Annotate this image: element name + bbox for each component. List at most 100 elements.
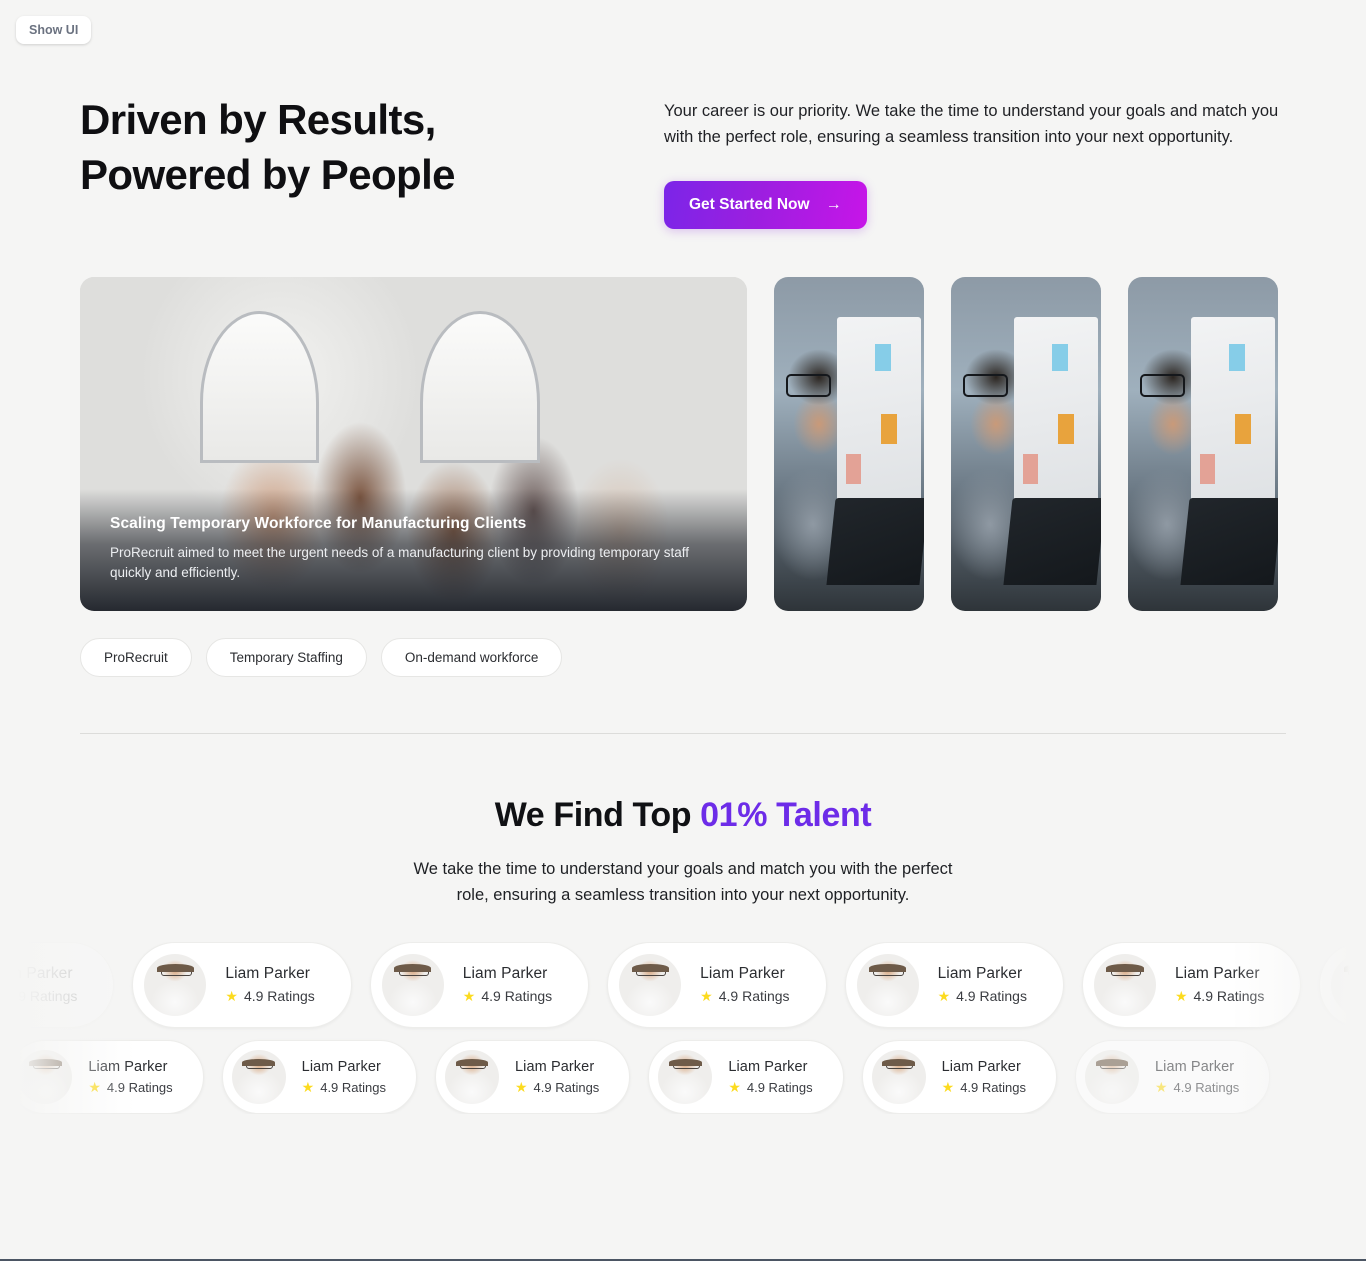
tag-pill-on-demand-workforce[interactable]: On-demand workforce [380,638,563,678]
tag-pill-prorecruit[interactable]: ProRecruit [80,638,192,678]
list-item[interactable]: Liam Parker ★ 4.9 Ratings [607,941,827,1028]
status-badge: ★ 4.9 Ratings [938,988,1027,1004]
sticky-note-icon [1023,454,1038,485]
list-item[interactable]: Liam Parker ★ 4.9 Ratings [369,941,590,1028]
avatar [619,953,682,1016]
star-icon: ★ [225,988,238,1005]
status-badge: ★ 4.9 Ratings [0,988,77,1004]
talent-marquee: Liam Parker ★ 4.9 Ratings Liam Parker ★ … [0,941,1366,1114]
talent-rating-label: 4.9 Ratings [746,1079,813,1095]
talent-meta: Liam Parker ★ 4.9 Ratings [515,1059,599,1095]
talent-rating-label: 4.9 Ratings [243,988,315,1005]
tag-list: ProRecruit Temporary Staffing On-demand … [80,638,1286,678]
sticky-note-icon [880,414,897,445]
arrow-right-icon: → [825,196,842,214]
star-icon: ★ [728,1079,741,1096]
list-item[interactable]: Liam Parker ★ 4.9 Ratings [861,1039,1057,1114]
talent-name: Liam Parker [728,1058,808,1075]
talent-rating-label: 4.9 Ratings [1173,1079,1240,1095]
star-icon: ★ [514,1079,528,1096]
talent-name: Liam Parker [1154,1058,1235,1075]
avatar [231,1049,286,1104]
talent-section: We Find Top 01% Talent We take the time … [0,734,1366,1114]
list-item[interactable]: Liam Parker ★ 4.9 Ratings [1074,1039,1271,1114]
avatar [1084,1049,1139,1104]
talent-name: Liam Parker [937,965,1023,983]
case-study-card[interactable]: Scaling Temporary Workforce for Manufact… [80,277,747,612]
star-icon: ★ [301,1079,315,1096]
show-ui-button[interactable]: Show UI [16,16,92,44]
gallery-thumbnail-3[interactable] [1128,277,1278,612]
list-item[interactable]: Liam Parker ★ 4.9 Ratings [1319,941,1366,1028]
talent-meta: Liam Parker ★ 4.9 Ratings [728,1059,812,1095]
list-item[interactable]: Liam Parker ★ 4.9 Ratings [1081,941,1302,1028]
list-item[interactable]: Liam Parker ★ 4.9 Ratings [434,1039,631,1114]
talent-meta: Liam Parker ★ 4.9 Ratings [938,965,1027,1004]
talent-name: Liam Parker [514,1058,595,1075]
star-icon: ★ [941,1079,955,1096]
glasses-shape [1140,373,1185,398]
talent-rating-label: 4.9 Ratings [106,1079,173,1095]
avatar [18,1049,73,1104]
status-badge: ★ 4.9 Ratings [302,1080,386,1095]
avatar [1331,953,1366,1016]
talent-name: Liam Parker [0,965,73,983]
status-badge: ★ 4.9 Ratings [515,1080,599,1095]
avatar [871,1049,926,1104]
list-item[interactable]: Liam Parker ★ 4.9 Ratings [221,1039,417,1114]
laptop-shape [1180,497,1278,585]
sticky-note-icon [1234,414,1251,445]
sticky-note-icon [1200,454,1215,485]
glasses-shape [786,373,831,398]
sticky-note-icon [1228,343,1245,371]
get-started-button[interactable]: Get Started Now → [664,181,867,230]
talent-name: Liam Parker [700,965,785,983]
talent-rating-label: 4.9 Ratings [960,1079,1026,1095]
avatar [1093,953,1156,1016]
list-item[interactable]: Liam Parker ★ 4.9 Ratings [132,941,352,1028]
talent-meta: Liam Parker ★ 4.9 Ratings [225,965,314,1004]
case-study-description: ProRecruit aimed to meet the urgent need… [110,544,690,580]
list-item[interactable]: Liam Parker ★ 4.9 Ratings [648,1039,844,1114]
page-title: Driven by Results, Powered by People [80,96,456,199]
talent-name: Liam Parker [88,1058,168,1075]
talent-rating-label: 4.9 Ratings [481,988,553,1005]
hero-subtitle: Your career is our priority. We take the… [664,102,1279,147]
sticky-note-icon [1057,414,1074,445]
sticky-note-icon [1051,343,1068,371]
desk-photo-image [1128,277,1278,612]
case-study-overlay: Scaling Temporary Workforce for Manufact… [80,488,747,612]
sticky-note-icon [846,454,861,485]
talent-meta: Liam Parker ★ 4.9 Ratings [1155,1059,1239,1095]
tag-pill-temporary-staffing[interactable]: Temporary Staffing [205,638,367,678]
status-badge: ★ 4.9 Ratings [1175,988,1264,1004]
gallery-thumbnail-2[interactable] [951,277,1101,612]
case-study-title: Scaling Temporary Workforce for Manufact… [110,514,527,532]
desk-photo-image [951,277,1101,612]
list-item[interactable]: Liam Parker ★ 4.9 Ratings [844,941,1064,1028]
talent-name: Liam Parker [1174,965,1260,983]
talent-subtitle: We take the time to understand your goal… [413,860,953,904]
desk-photo-image [774,277,924,612]
status-badge: ★ 4.9 Ratings [88,1080,172,1095]
status-badge: ★ 4.9 Ratings [728,1080,812,1095]
star-icon: ★ [1154,1079,1168,1096]
list-item[interactable]: Liam Parker ★ 4.9 Ratings [0,941,115,1028]
talent-heading-lead: We Find Top [494,796,701,835]
case-study-gallery: Scaling Temporary Workforce for Manufact… [80,277,1286,612]
talent-rating-label: 4.9 Ratings [6,988,78,1005]
gallery-thumbnail-1[interactable] [774,277,924,612]
hero-right-column: Your career is our priority. We take the… [664,92,1286,230]
status-badge: ★ 4.9 Ratings [225,988,314,1004]
talent-meta: Liam Parker ★ 4.9 Ratings [302,1059,386,1095]
talent-name: Liam Parker [462,965,548,983]
hero-section: Driven by Results, Powered by People You… [80,0,1286,230]
list-item[interactable]: Liam Parker ★ 4.9 Ratings [8,1039,204,1114]
talent-rating-label: 4.9 Ratings [1193,988,1265,1005]
get-started-label: Get Started Now [689,196,810,214]
talent-meta: Liam Parker ★ 4.9 Ratings [88,1059,172,1095]
status-badge: ★ 4.9 Ratings [942,1080,1026,1095]
talent-meta: Liam Parker ★ 4.9 Ratings [942,1059,1026,1095]
talent-heading-accent: 01% Talent [700,796,872,835]
avatar [658,1049,713,1104]
